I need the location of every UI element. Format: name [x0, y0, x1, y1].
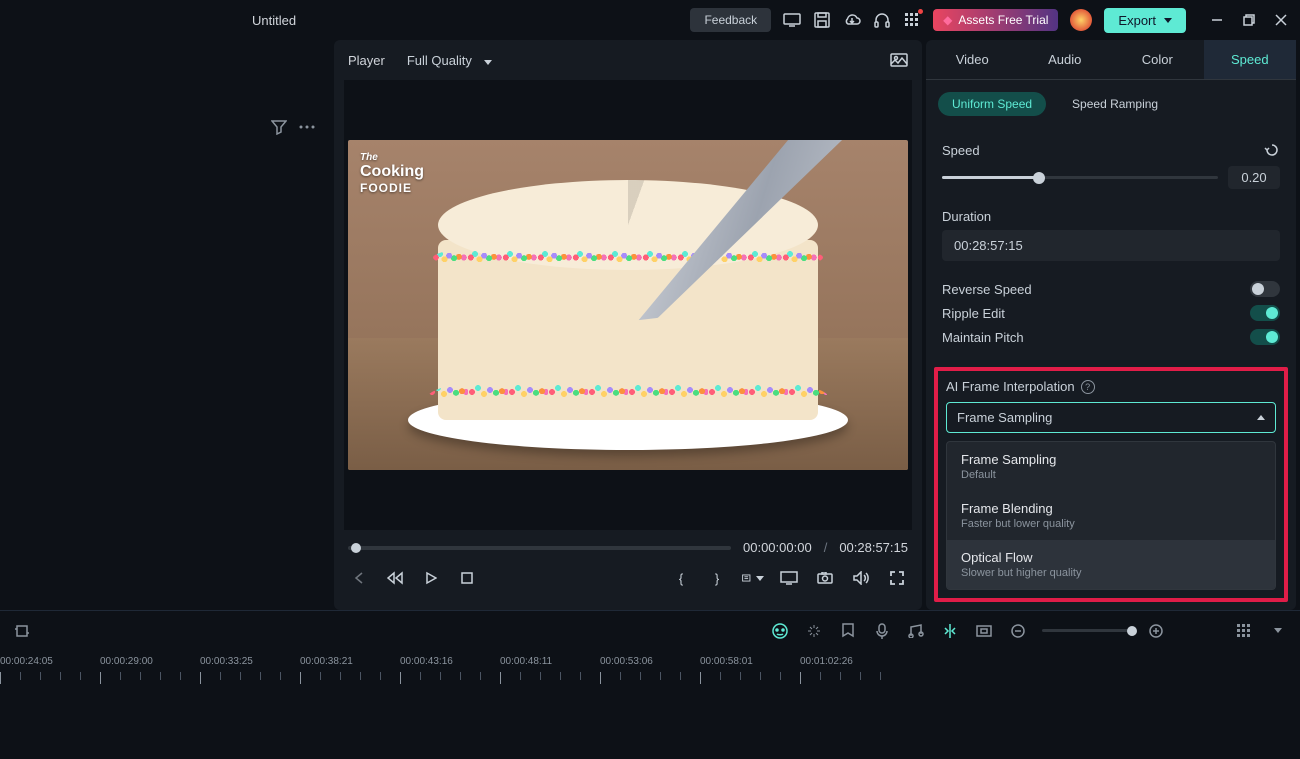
play-backward-button[interactable] [384, 567, 406, 589]
inspector-panel: Video Audio Color Speed Uniform Speed Sp… [926, 40, 1296, 610]
timecode-separator: / [824, 540, 828, 555]
more-icon[interactable] [298, 118, 316, 136]
user-avatar[interactable] [1070, 9, 1092, 31]
ruler-timestamp: 00:00:48:11 [500, 656, 552, 667]
preview-panel: Player Full Quality The Cooking FOODIE [334, 40, 922, 610]
titlebar: Untitled Feedback ◆Assets Free Trial Exp… [0, 0, 1300, 40]
ruler-timestamp: 00:00:24:05 [0, 656, 53, 667]
safe-zone-button[interactable] [778, 567, 800, 589]
diamond-icon: ◆ [943, 13, 952, 27]
audio-tool-icon[interactable] [906, 621, 926, 641]
filter-icon[interactable] [270, 118, 288, 136]
assets-trial-button[interactable]: ◆Assets Free Trial [933, 9, 1058, 31]
ripple-edit-label: Ripple Edit [942, 306, 1005, 321]
quality-select[interactable]: Full Quality [403, 49, 510, 72]
tab-audio[interactable]: Audio [1019, 40, 1112, 79]
video-watermark: The Cooking FOODIE [360, 152, 424, 195]
ai-interpolation-select[interactable]: Frame Sampling [946, 402, 1276, 433]
maintain-pitch-toggle[interactable] [1250, 329, 1280, 345]
cloud-icon[interactable] [843, 11, 861, 29]
ruler-timestamp: 00:00:38:21 [300, 656, 353, 667]
mic-icon[interactable] [872, 621, 892, 641]
speed-label: Speed [942, 143, 980, 158]
ai-interpolation-label: AI Frame Interpolation [946, 379, 1075, 394]
crop-tool-icon[interactable] [12, 621, 32, 641]
tab-color[interactable]: Color [1111, 40, 1204, 79]
mark-out-button[interactable]: } [706, 567, 728, 589]
media-panel [0, 40, 330, 610]
ruler-timestamp: 00:00:58:01 [700, 656, 753, 667]
ripple-edit-toggle[interactable] [1250, 305, 1280, 321]
headphones-icon[interactable] [873, 11, 891, 29]
info-icon[interactable]: ? [1081, 380, 1095, 394]
duration-label: Duration [942, 209, 1280, 224]
ai-interpolation-dropdown: Frame Sampling Default Frame Blending Fa… [946, 441, 1276, 590]
zoom-in-button[interactable] [1146, 621, 1166, 641]
fullscreen-button[interactable] [886, 567, 908, 589]
reverse-speed-toggle[interactable] [1250, 281, 1280, 297]
maximize-button[interactable] [1242, 13, 1256, 27]
speed-slider[interactable] [942, 176, 1218, 179]
close-button[interactable] [1274, 13, 1288, 27]
player-label: Player [348, 53, 385, 68]
timeline-ruler[interactable]: 00:00:24:05 00:00:29:00 00:00:33:25 00:00:3… [0, 650, 1300, 690]
snapshot-icon[interactable] [890, 51, 908, 69]
apps-icon[interactable] [903, 11, 921, 29]
subtab-speed-ramping[interactable]: Speed Ramping [1058, 92, 1172, 116]
option-optical-flow[interactable]: Optical Flow Slower but higher quality [947, 540, 1275, 589]
ai-tool-icon[interactable] [770, 621, 790, 641]
zoom-slider[interactable] [1042, 629, 1132, 632]
view-grid-icon[interactable] [1234, 621, 1254, 641]
aspect-button[interactable] [742, 567, 764, 589]
ruler-timestamp: 00:00:29:00 [100, 656, 153, 667]
chevron-down-icon [1164, 18, 1172, 23]
total-timecode: 00:28:57:15 [839, 540, 908, 555]
marker-icon[interactable] [838, 621, 858, 641]
maintain-pitch-label: Maintain Pitch [942, 330, 1024, 345]
timeline-toolbar [0, 610, 1300, 650]
frame-icon[interactable] [974, 621, 994, 641]
project-title: Untitled [252, 13, 690, 28]
save-icon[interactable] [813, 11, 831, 29]
display-icon[interactable] [783, 11, 801, 29]
export-button[interactable]: Export [1104, 8, 1186, 33]
inspector-tabs: Video Audio Color Speed [926, 40, 1296, 80]
duration-input[interactable]: 00:28:57:15 [942, 230, 1280, 261]
feedback-button[interactable]: Feedback [690, 8, 771, 32]
video-preview[interactable]: The Cooking FOODIE [344, 80, 912, 530]
ai-interpolation-highlight: AI Frame Interpolation ? Frame Sampling … [934, 367, 1288, 602]
stop-button[interactable] [456, 567, 478, 589]
ruler-timestamp: 00:00:53:06 [600, 656, 653, 667]
ruler-timestamp: 00:01:02:26 [800, 656, 853, 667]
notification-dot [918, 9, 923, 14]
playback-progress[interactable] [348, 546, 731, 550]
ruler-timestamp: 00:00:43:16 [400, 656, 453, 667]
option-frame-sampling[interactable]: Frame Sampling Default [947, 442, 1275, 491]
volume-button[interactable] [850, 567, 872, 589]
zoom-out-button[interactable] [1008, 621, 1028, 641]
tab-speed[interactable]: Speed [1204, 40, 1297, 79]
camera-icon[interactable] [814, 567, 836, 589]
play-button[interactable] [420, 567, 442, 589]
sparkle-icon[interactable] [804, 621, 824, 641]
option-frame-blending[interactable]: Frame Blending Faster but lower quality [947, 491, 1275, 540]
split-icon[interactable] [940, 621, 960, 641]
prev-frame-button[interactable] [348, 567, 370, 589]
mark-in-button[interactable]: { [670, 567, 692, 589]
ruler-timestamp: 00:00:33:25 [200, 656, 253, 667]
chevron-up-icon [1257, 415, 1265, 420]
reverse-speed-label: Reverse Speed [942, 282, 1032, 297]
minimize-button[interactable] [1210, 13, 1224, 27]
reset-speed-button[interactable] [1264, 142, 1280, 158]
view-options-icon[interactable] [1268, 621, 1288, 641]
speed-value[interactable]: 0.20 [1228, 166, 1280, 189]
subtab-uniform-speed[interactable]: Uniform Speed [938, 92, 1046, 116]
tab-video[interactable]: Video [926, 40, 1019, 79]
current-timecode: 00:00:00:00 [743, 540, 812, 555]
